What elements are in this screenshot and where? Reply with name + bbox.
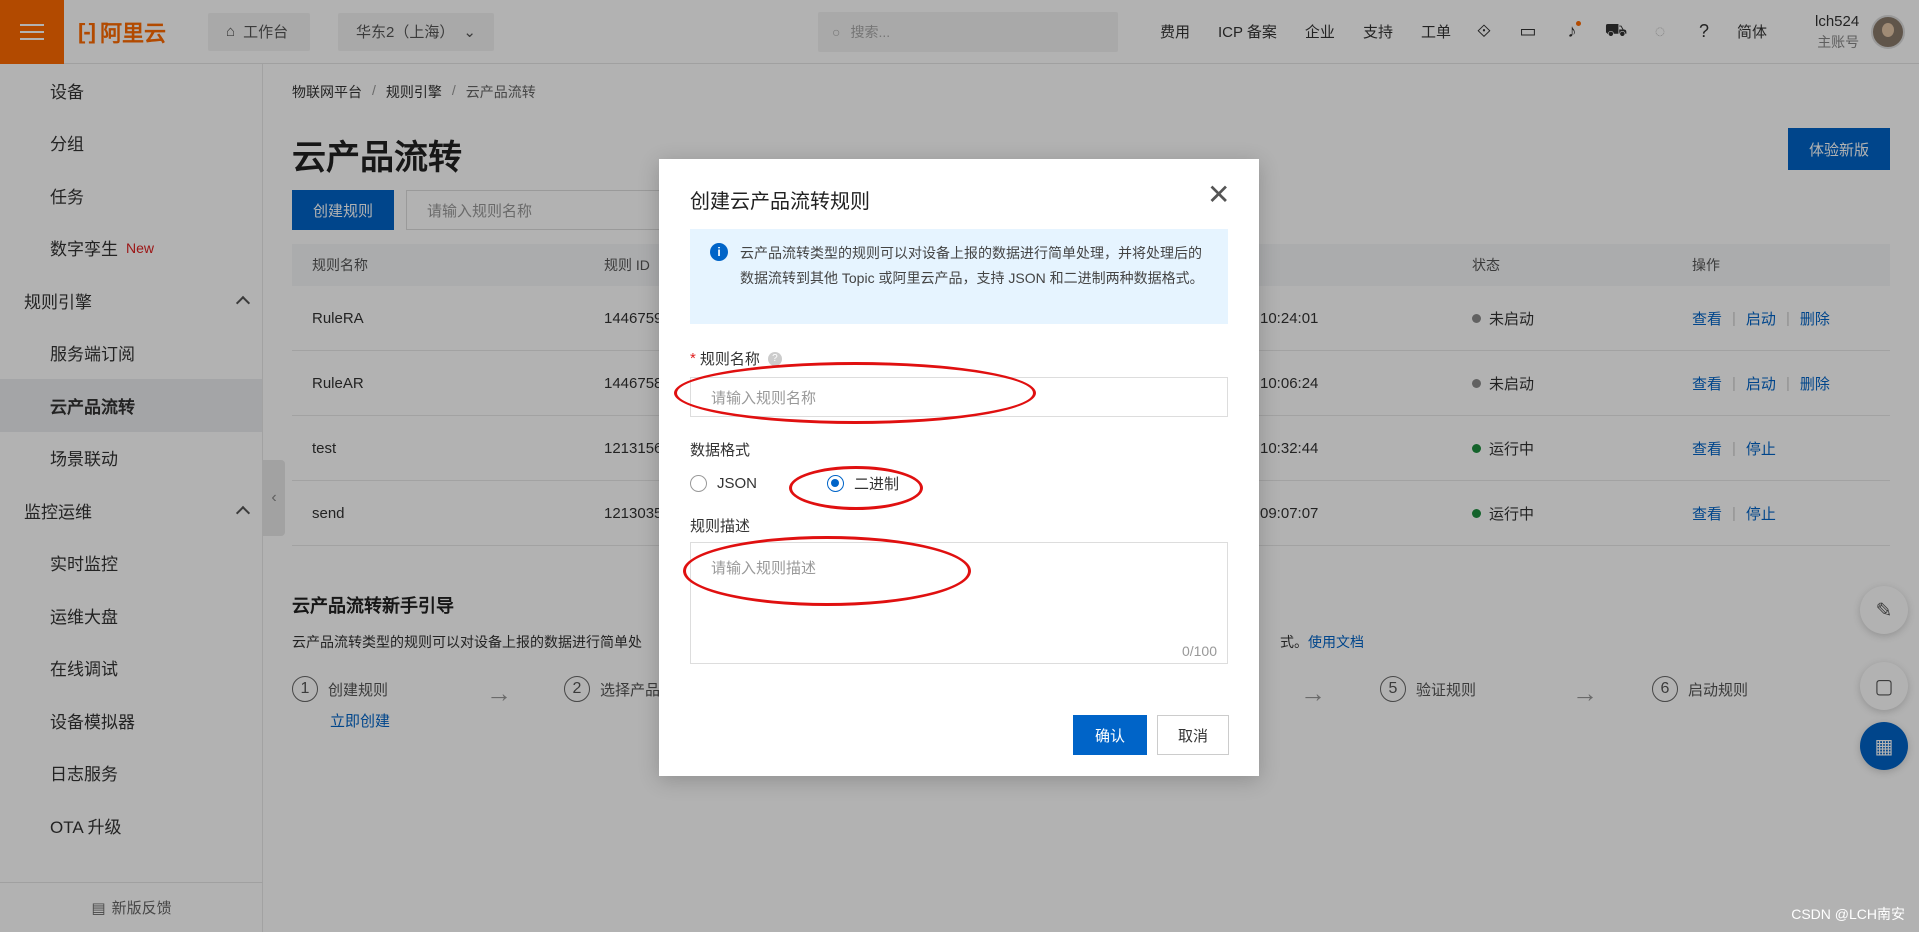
info-text: 云产品流转类型的规则可以对设备上报的数据进行简单处理，并将处理后的数据流转到其他…	[740, 245, 1204, 286]
confirm-button[interactable]: 确认	[1073, 715, 1147, 755]
radio-json-label: JSON	[717, 475, 758, 492]
close-icon[interactable]: ✕	[1207, 181, 1230, 209]
dialog-title: 创建云产品流转规则	[690, 191, 870, 213]
info-alert: i 云产品流转类型的规则可以对设备上报的数据进行简单处理，并将处理后的数据流转到…	[690, 229, 1228, 324]
annotation-ellipse-name	[674, 362, 1036, 424]
cancel-button[interactable]: 取消	[1157, 715, 1229, 755]
annotation-ellipse-binary	[789, 466, 923, 510]
radio-json[interactable]: JSON	[690, 475, 757, 492]
rule-name-label-text: 规则名称	[699, 351, 760, 368]
data-format-label: 数据格式	[690, 442, 751, 459]
radio-json-circle[interactable]	[690, 475, 707, 492]
watermark: CSDN @LCH南安	[1791, 906, 1905, 922]
create-rule-dialog: 创建云产品流转规则 ✕ i 云产品流转类型的规则可以对设备上报的数据进行简单处理…	[659, 159, 1259, 776]
required-mark: *	[690, 350, 696, 367]
question-icon[interactable]: ?	[767, 351, 782, 366]
annotation-ellipse-description	[683, 536, 971, 606]
char-counter: 0/100	[1181, 643, 1217, 659]
rule-description-label: 规则描述	[690, 518, 751, 535]
info-icon: i	[710, 243, 728, 261]
